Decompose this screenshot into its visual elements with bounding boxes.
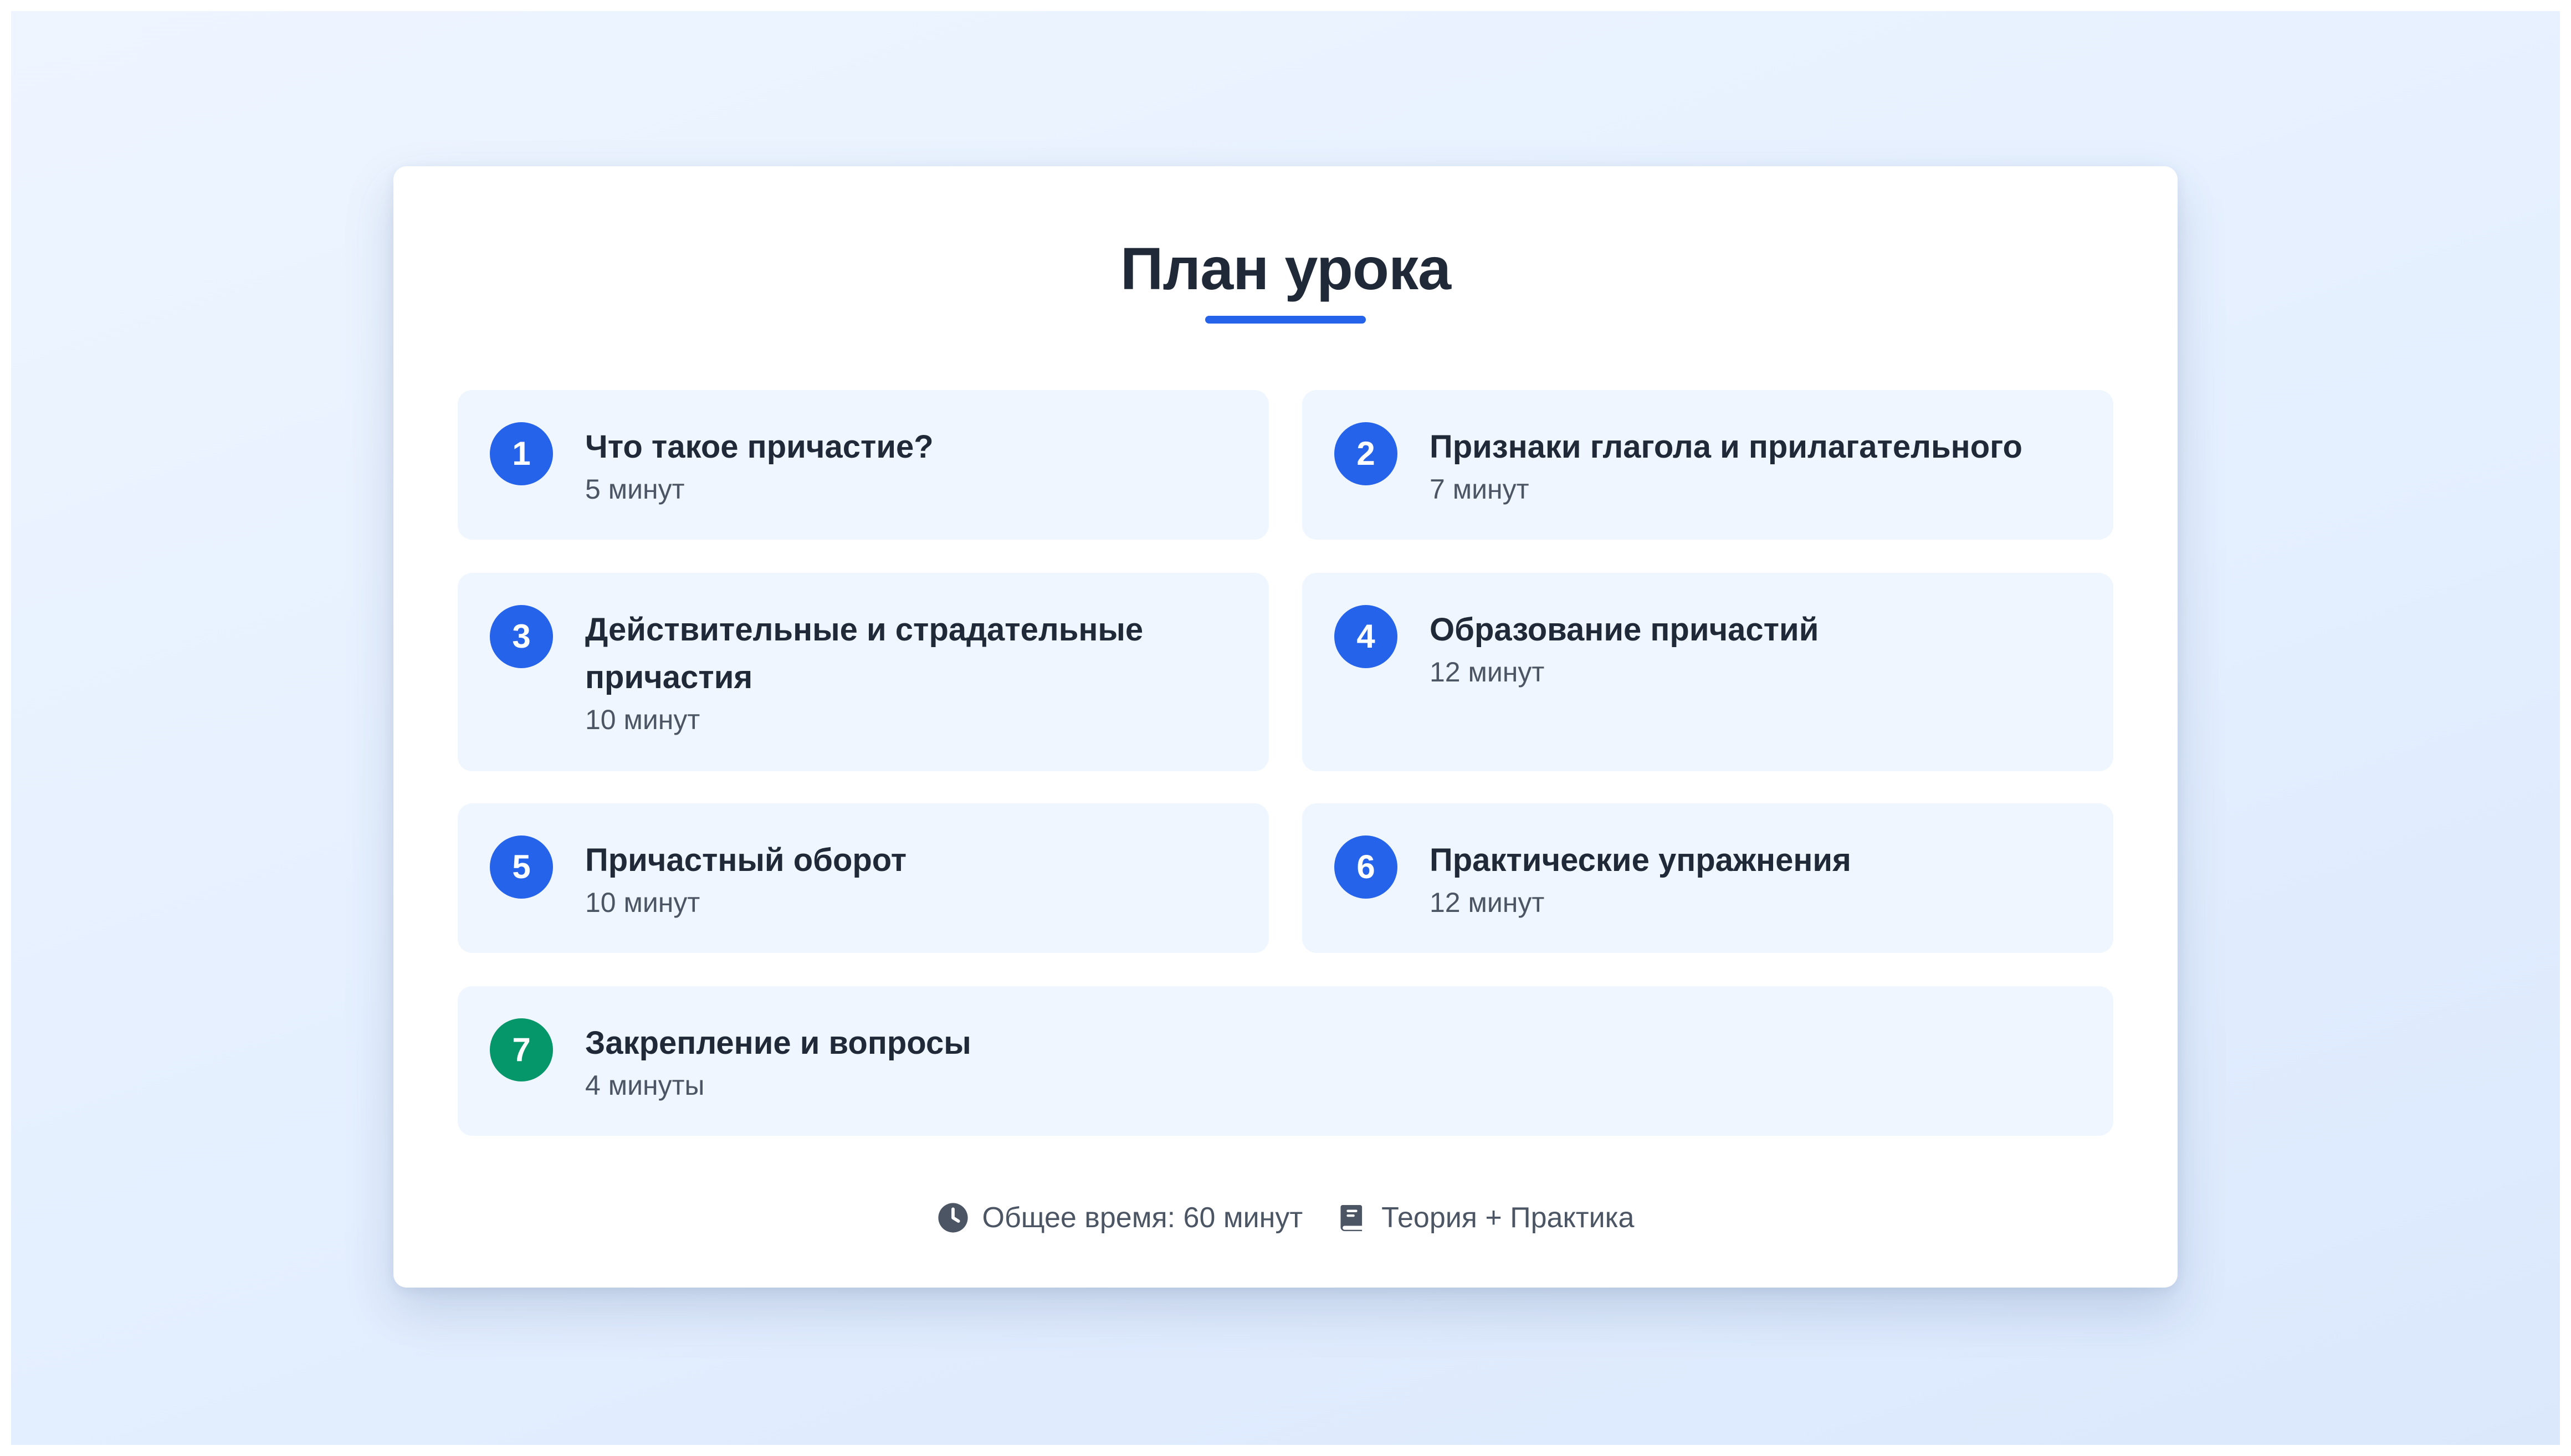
total-time-group: Общее время: 60 минут <box>937 1201 1303 1234</box>
book-icon <box>1340 1205 1363 1232</box>
lesson-plan-card: План урока 1 Что такое причастие? 5 мину… <box>393 166 2178 1288</box>
lesson-format-group: Теория + Практика <box>1336 1201 1634 1234</box>
item-duration: 10 минут <box>585 704 700 735</box>
lesson-item-7: 7 Закрепление и вопросы 4 минуты <box>458 986 2113 1136</box>
clock-icon <box>938 1203 968 1233</box>
item-duration: 12 минут <box>1430 657 1545 688</box>
item-duration: 5 минут <box>585 474 685 505</box>
item-title: Практические упражнения <box>1430 842 1851 878</box>
lesson-item-1: 1 Что такое причастие? 5 минут <box>458 390 1269 540</box>
item-title: Признаки глагола и прилагательного <box>1430 429 2022 465</box>
lesson-item-4: 4 Образование причастий 12 минут <box>1302 573 2113 771</box>
lesson-item-6: 6 Практические упражнения 12 минут <box>1302 803 2113 953</box>
title-underline <box>1205 316 1366 324</box>
item-duration: 7 минут <box>1430 474 1529 505</box>
item-title: Действительные и страдательные причастия <box>585 612 1144 695</box>
lesson-summary: Общее время: 60 минут Теория + Практика <box>393 1196 2178 1240</box>
lesson-item-2: 2 Признаки глагола и прилагательного 7 м… <box>1302 390 2113 540</box>
item-number-badge: 2 <box>1334 422 1397 485</box>
item-number-badge: 6 <box>1334 835 1397 899</box>
page-title: План урока <box>1120 235 1451 302</box>
item-number-badge: 4 <box>1334 605 1397 668</box>
item-duration: 10 минут <box>585 887 700 918</box>
item-title: Что такое причастие? <box>585 429 934 465</box>
total-time-text: Общее время: 60 минут <box>982 1202 1303 1234</box>
item-title: Образование причастий <box>1430 612 1819 648</box>
lesson-item-3: 3 Действительные и страдательные причаст… <box>458 573 1269 771</box>
item-duration: 4 минуты <box>585 1070 705 1101</box>
page-background: План урока 1 Что такое причастие? 5 мину… <box>11 11 2560 1445</box>
item-number-badge: 1 <box>490 422 553 485</box>
lesson-item-5: 5 Причастный оборот 10 минут <box>458 803 1269 953</box>
item-title: Закрепление и вопросы <box>585 1025 971 1061</box>
item-title: Причастный оборот <box>585 842 907 878</box>
item-duration: 12 минут <box>1430 887 1545 918</box>
item-number-badge: 5 <box>490 835 553 899</box>
item-number-badge: 7 <box>490 1018 553 1081</box>
lesson-format-text: Теория + Практика <box>1381 1202 1635 1234</box>
item-number-badge: 3 <box>490 605 553 668</box>
